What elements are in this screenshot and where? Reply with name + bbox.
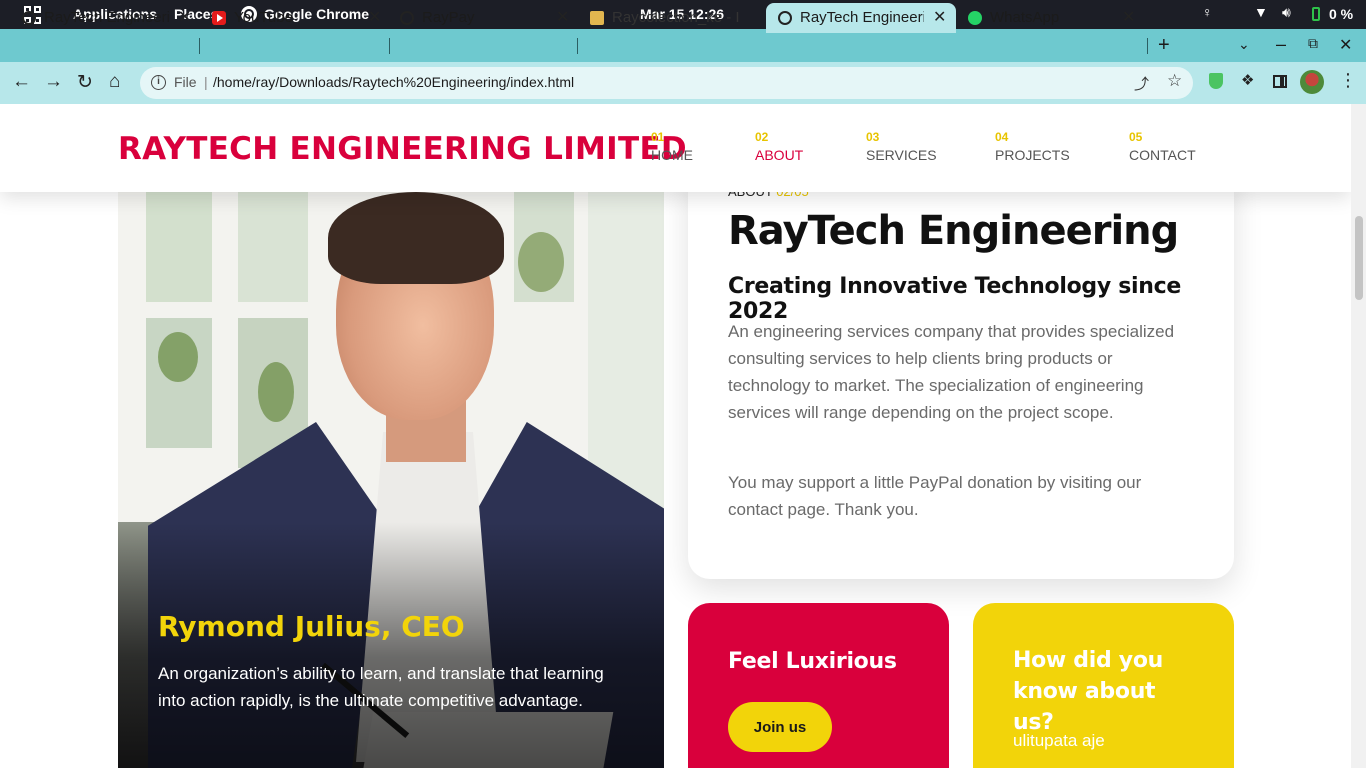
foliage <box>258 362 294 422</box>
accessibility-icon[interactable]: ♀ <box>1202 4 1213 20</box>
tab-raycolection[interactable]: Raycolection_ke - I <box>578 3 766 33</box>
profile-avatar[interactable] <box>1300 70 1324 94</box>
tab-raytech-active[interactable]: RayTech Engineeri ✕ <box>766 3 956 33</box>
ceo-quote: An organization’s ability to learn, and … <box>158 664 604 710</box>
globe-icon <box>778 11 792 25</box>
volume-icon[interactable]: 🔊︎ <box>1282 4 1291 21</box>
nav-label: HOME <box>651 147 693 163</box>
tab-title: Raycolection_ke - I <box>612 9 740 26</box>
about-paragraph-2: You may support a little PayPal donation… <box>728 473 1142 519</box>
nav-label: CONTACT <box>1129 147 1196 163</box>
home-icon[interactable]: ⌂ <box>109 71 120 93</box>
address-bar[interactable]: i File | /home/ray/Downloads/Raytech%20E… <box>140 67 1193 99</box>
nav-services[interactable]: 03 SERVICES <box>866 130 937 163</box>
nav-home[interactable]: 01 HOME <box>651 130 693 163</box>
tab-youtube[interactable]: YouTube ✕ <box>200 3 388 33</box>
tab-raytech-1[interactable]: RayTech Engineeri ✕ <box>10 3 198 33</box>
whatsapp-icon <box>968 11 982 25</box>
how-did-you-know-card: How did you know about us? ulitupata aje <box>973 603 1234 768</box>
nav-label: ABOUT <box>755 147 804 163</box>
tab-separator <box>1147 38 1148 54</box>
battery-icon[interactable] <box>1312 7 1320 21</box>
battery-percent: 0 % <box>1329 6 1354 22</box>
restore-window-icon[interactable]: ⧉ <box>1308 35 1318 52</box>
nav-label: SERVICES <box>866 147 937 163</box>
tab-raypay[interactable]: RayPay ✕ <box>388 3 576 33</box>
new-tab-icon[interactable]: + <box>1158 34 1170 57</box>
how-did-you-know-heading: How did you know about us? <box>1013 648 1164 735</box>
close-tab-icon[interactable]: ✕ <box>178 7 191 27</box>
nav-contact[interactable]: 05 CONTACT <box>1129 130 1196 163</box>
about-subtitle: Creating Innovative Technology since 202… <box>728 274 1182 324</box>
feel-luxurious-card: Feel Luxirious Join us <box>688 603 949 768</box>
page-scrollbar[interactable] <box>1351 104 1366 768</box>
window-pane <box>588 192 664 512</box>
window-pane <box>146 192 212 302</box>
ceo-name: Rymond Julius, CEO <box>158 610 465 643</box>
site-brand[interactable]: RAYTECH ENGINEERING LIMITED <box>118 131 687 167</box>
close-tab-icon[interactable]: ✕ <box>556 7 569 27</box>
ceo-photo-card: Rymond Julius, CEO An organization’s abi… <box>118 192 664 768</box>
foliage <box>158 332 198 382</box>
tab-title: RayPay <box>422 9 475 26</box>
close-tab-icon[interactable]: ✕ <box>933 7 946 27</box>
nav-number: 01 <box>651 130 665 144</box>
share-icon[interactable]: ⤴ <box>1134 73 1149 94</box>
tab-title: RayTech Engineeri <box>44 9 170 26</box>
feel-luxurious-heading: Feel Luxirious <box>728 649 897 674</box>
close-tab-icon[interactable]: ✕ <box>368 7 381 27</box>
tab-separator <box>199 38 200 54</box>
bookmark-star-icon[interactable]: ☆ <box>1167 71 1182 91</box>
foliage <box>518 232 564 292</box>
nav-number: 04 <box>995 130 1009 144</box>
photo-gradient-overlay <box>118 522 664 768</box>
nav-about[interactable]: 02 ABOUT <box>755 130 803 163</box>
globe-icon <box>400 11 414 25</box>
close-window-icon[interactable]: ✕ <box>1339 35 1352 55</box>
tab-title: YouTube <box>234 9 293 26</box>
side-panel-icon[interactable] <box>1273 75 1287 88</box>
nav-number: 03 <box>866 130 880 144</box>
scheme-separator: | <box>204 74 208 90</box>
tab-search-chevron-icon[interactable]: ⌄ <box>1238 36 1250 53</box>
about-paragraph-1: An engineering services company that pro… <box>728 322 1175 422</box>
shield-extension-icon[interactable] <box>1209 73 1223 89</box>
about-card: ABOUT 02/05 RayTech Engineering Creating… <box>688 164 1234 579</box>
minimize-window-icon[interactable]: – <box>1276 34 1286 55</box>
page-viewport: Rymond Julius, CEO An organization’s abi… <box>0 104 1351 768</box>
browser-toolbar: ← → ↻ ⌂ i File | /home/ray/Downloads/Ray… <box>0 62 1366 104</box>
tab-separator <box>577 38 578 54</box>
forward-icon[interactable]: → <box>44 71 63 93</box>
nav-number: 02 <box>755 130 769 144</box>
tab-whatsapp[interactable]: WhatsApp ✕ <box>956 3 1146 33</box>
browser-menu-icon[interactable]: ⋮ <box>1339 70 1357 91</box>
back-icon[interactable]: ← <box>12 71 31 93</box>
window-pane <box>238 192 308 302</box>
extensions-puzzle-icon[interactable]: ❖ <box>1241 71 1254 89</box>
reload-icon[interactable]: ↻ <box>77 71 93 94</box>
tab-title: RayTech Engineeri <box>800 9 924 26</box>
scrollbar-thumb[interactable] <box>1355 216 1363 300</box>
hair <box>328 192 504 284</box>
close-tab-icon[interactable]: ✕ <box>1122 7 1135 27</box>
nav-label: PROJECTS <box>995 147 1070 163</box>
wifi-icon[interactable]: ▼ <box>1254 4 1268 20</box>
tab-separator <box>389 38 390 54</box>
globe-icon <box>22 11 36 25</box>
how-did-you-know-answer: ulitupata aje <box>1013 731 1105 750</box>
url-text[interactable]: /home/ray/Downloads/Raytech%20Engineerin… <box>213 74 574 90</box>
info-icon[interactable]: i <box>151 75 166 90</box>
site-header: RAYTECH ENGINEERING LIMITED 01 HOME 02 A… <box>0 104 1351 192</box>
scheme-label: File <box>174 74 197 90</box>
join-us-button[interactable]: Join us <box>728 702 832 752</box>
tab-title: WhatsApp <box>990 9 1060 26</box>
nav-number: 05 <box>1129 130 1143 144</box>
youtube-icon <box>212 11 226 25</box>
about-title: RayTech Engineering <box>728 208 1179 254</box>
nav-projects[interactable]: 04 PROJECTS <box>995 130 1070 163</box>
folder-icon <box>590 11 604 25</box>
